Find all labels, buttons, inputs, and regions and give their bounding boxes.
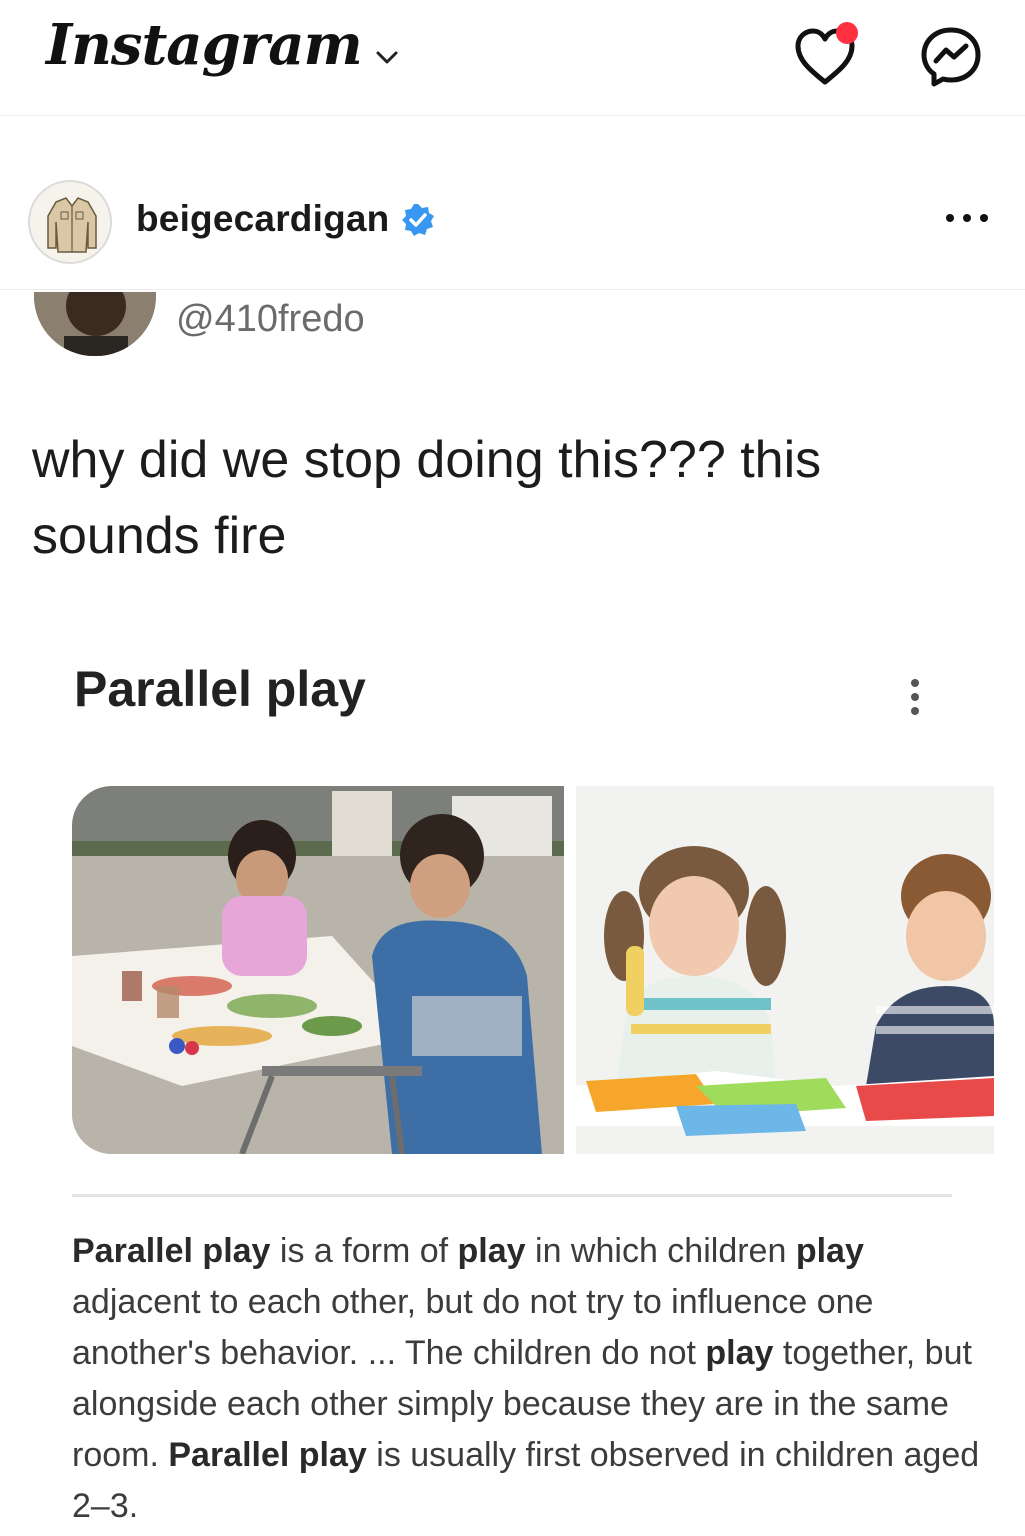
post-username[interactable]: beigecardigan [136,198,389,240]
tweet-text: why did we stop doing this??? this sound… [32,431,822,565]
definition-snippet: Parallel play is a form of play in which… [72,1226,982,1532]
children-crafting-photo [576,786,994,1154]
tweet-author-avatar [34,292,156,356]
children-painting-photo [72,786,564,1154]
kebab-menu-icon [911,679,919,715]
snippet-keyword: play [457,1232,526,1270]
notification-dot [836,22,858,44]
search-card-title: Parallel play [74,661,366,717]
snippet-keyword: play [795,1232,864,1270]
messenger-icon[interactable] [916,22,986,92]
snippet-text: in which children [525,1232,796,1270]
snippet-keyword: Parallel play [72,1232,271,1270]
more-options-icon[interactable] [940,206,994,230]
instagram-logo[interactable]: Instagram [46,12,363,78]
tweet-handle: @410fredo [176,298,365,340]
chevron-down-icon[interactable] [370,44,404,72]
card-divider [72,1194,952,1197]
snippet-text: is a form of [270,1232,458,1270]
snippet-keyword: play [705,1334,774,1372]
snippet-keyword: Parallel play [168,1436,367,1474]
cardigan-icon [30,182,110,262]
verified-badge-icon [402,204,434,236]
top-app-bar: Instagram [0,0,1025,116]
post-header: beigecardigan [0,116,1025,290]
person-photo-icon [34,292,156,356]
avatar[interactable] [28,180,112,264]
